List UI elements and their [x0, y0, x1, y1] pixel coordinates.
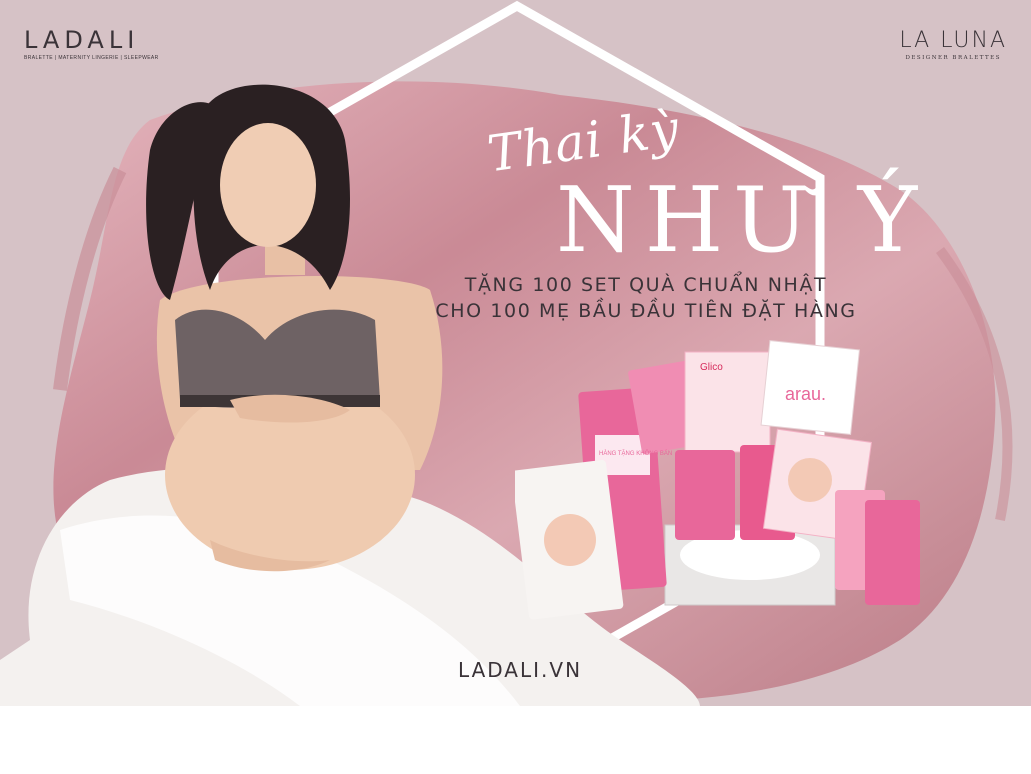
promo-banner: arau. Glico HÀNG TẶNG KHÔNG BÁN LADALI B…: [0, 0, 1031, 706]
ladali-logo: LADALI BRALETTE | MATERNITY LINGERIE | S…: [24, 28, 159, 61]
arau-label: arau.: [785, 384, 826, 404]
ladali-tagline: BRALETTE | MATERNITY LINGERIE | SLEEPWEA…: [24, 55, 159, 61]
promo-text: TẶNG 100 SET QUÀ CHUẨN NHẬT CHO 100 MẸ B…: [416, 272, 876, 324]
la-luna-brand: LA LUNA: [899, 28, 1007, 53]
la-luna-tagline: DESIGNER BRALETTES: [905, 55, 1001, 61]
ladali-brand: LADALI: [24, 26, 140, 54]
promo-line-1: TẶNG 100 SET QUÀ CHUẨN NHẬT: [464, 274, 828, 296]
glico-label: Glico: [700, 362, 723, 373]
website-url: LADALI.VN: [457, 658, 583, 682]
gift-not-for-sale-label: HÀNG TẶNG KHÔNG BÁN: [599, 450, 672, 457]
la-luna-logo: LA LUNA DESIGNER BRALETTES: [899, 28, 1007, 62]
big-title: NHƯ Ý: [556, 168, 928, 273]
promo-line-2: CHO 100 MẸ BẦU ĐẦU TIÊN ĐẶT HÀNG: [435, 300, 857, 322]
gift-set-products: arau. Glico HÀNG TẶNG KHÔNG BÁN: [515, 340, 920, 620]
